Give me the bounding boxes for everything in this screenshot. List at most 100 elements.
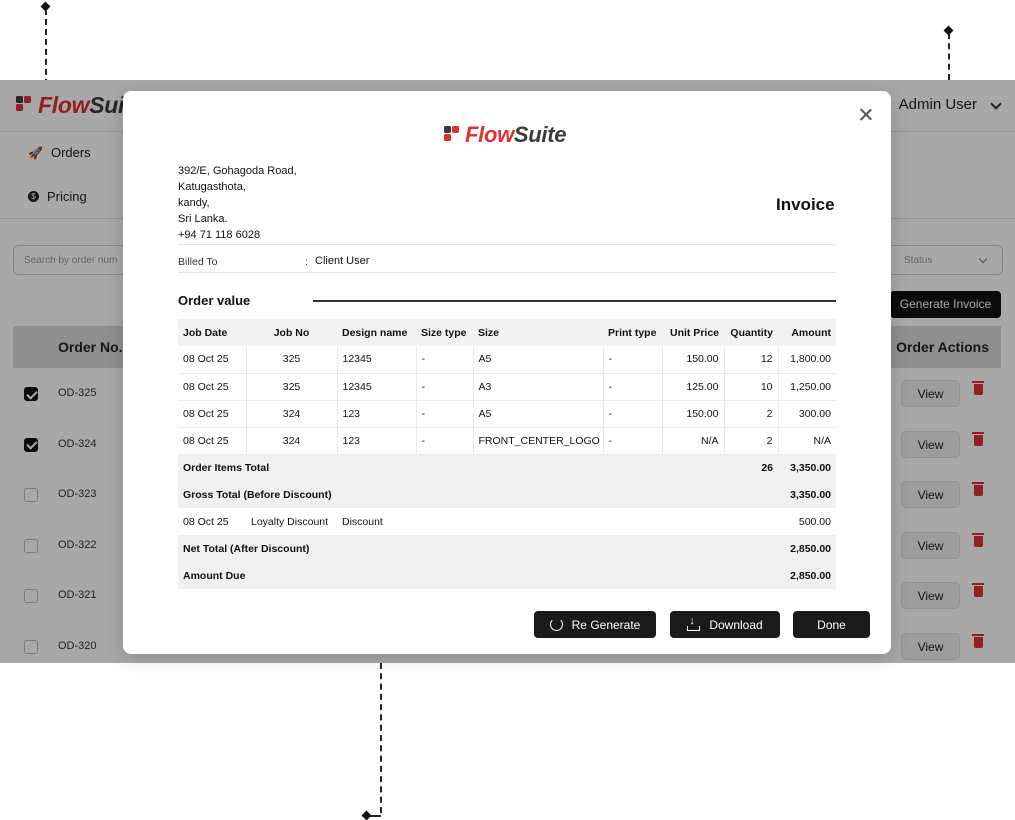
discount-row: 08 Oct 25 Loyalty Discount Discount 500.… [178, 508, 836, 535]
column-design-name: Design name [337, 319, 416, 346]
gross-total-row: Gross Total (Before Discount) 3,350.00 [178, 481, 836, 508]
discount-name: Loyalty Discount [246, 508, 337, 535]
cell-amount: 1,250.00 [778, 373, 836, 401]
billed-to-value: Client User [315, 255, 370, 267]
cell-job-date: 08 Oct 25 [178, 400, 247, 428]
invoice-items-table: Job Date Job No Design name Size type Si… [178, 319, 836, 589]
cell-job-no: 325 [246, 373, 338, 401]
cell-quantity: 12 [724, 346, 779, 374]
download-button[interactable]: Download [670, 611, 780, 638]
column-size: Size [473, 319, 603, 346]
column-quantity: Quantity [724, 319, 778, 346]
screen: FlowSuite Admin User 🚀 Orders $ Pricing … [0, 0, 1015, 820]
cell-unit-price: 150.00 [662, 400, 725, 428]
cell-size-type: - [416, 373, 474, 401]
order-items-total-label: Order Items Total [178, 454, 724, 481]
cell-quantity: 10 [724, 373, 779, 401]
invoice-title: Invoice [776, 195, 835, 214]
cell-print-type: - [603, 346, 663, 374]
download-label: Download [709, 617, 763, 632]
invoice-brand-logo: FlowSuite [465, 122, 567, 148]
invoice-items-body: 08 Oct 25 325 12345- A5-150.00 12 1,800.00 08 … [178, 346, 836, 589]
net-total-amount: 2,850.00 [778, 535, 836, 562]
cell-print-type: - [603, 373, 663, 401]
cell-amount: 300.00 [778, 400, 836, 428]
refresh-icon [549, 618, 563, 631]
brand-name-flow: Flow [465, 122, 514, 147]
order-items-total-amount: 3,350.00 [778, 454, 836, 481]
address-line: Katugasthota, [178, 181, 246, 193]
cell-size: FRONT_CENTER_LOGO [473, 427, 604, 455]
brand-logo-icon [444, 126, 460, 142]
address-line: kandy, [178, 197, 210, 209]
cell-quantity: 2 [724, 427, 779, 455]
invoice-item-row: 08 Oct 25 325 12345- A3-125.00 10 1,250.00 [178, 373, 836, 401]
cell-amount: 1,800.00 [778, 346, 836, 374]
billed-to-label: Billed To [178, 256, 218, 268]
cell-size-type: - [416, 346, 474, 374]
order-value-heading: Order value [178, 293, 251, 308]
cell-unit-price: N/A [662, 427, 725, 455]
cell-amount: N/A [778, 427, 836, 455]
discount-amount: 500.00 [778, 508, 836, 535]
cell-print-type: - [603, 427, 663, 455]
annotation-line [369, 815, 381, 817]
amount-due-row: Amount Due 2,850.00 [178, 562, 836, 589]
company-address: 392/E, Gohagoda Road, Katugasthota, kand… [178, 163, 297, 243]
cell-quantity: 2 [724, 400, 779, 428]
column-job-date: Job Date [178, 319, 246, 346]
column-unit-price: Unit Price [662, 319, 724, 346]
invoice-item-row: 08 Oct 25 324 123- A5-150.00 2 300.00 [178, 400, 836, 428]
net-total-row: Net Total (After Discount) 2,850.00 [178, 535, 836, 562]
cell-design-name: 12345 [337, 346, 417, 374]
cell-job-no: 324 [246, 400, 338, 428]
cell-job-no: 324 [246, 427, 338, 455]
cell-print-type: - [603, 400, 663, 428]
divider [178, 272, 836, 273]
cell-unit-price: 150.00 [662, 346, 725, 374]
cell-job-date: 08 Oct 25 [178, 427, 247, 455]
cell-job-date: 08 Oct 25 [178, 373, 247, 401]
cell-design-name: 123 [337, 427, 417, 455]
amount-due-label: Amount Due [178, 562, 778, 589]
regenerate-label: Re Generate [571, 617, 641, 632]
heading-rule [313, 300, 836, 302]
close-icon[interactable] [859, 108, 873, 122]
address-line: Sri Lanka. [178, 213, 228, 225]
net-total-label: Net Total (After Discount) [178, 535, 778, 562]
invoice-item-row: 08 Oct 25 324 123- FRONT_CENTER_LOGO - N/A 2 N/… [178, 427, 836, 455]
column-amount: Amount [778, 319, 836, 346]
order-items-total-row: Order Items Total 26 3,350.00 [178, 454, 836, 481]
billed-to-separator: : [305, 256, 308, 268]
divider [178, 244, 836, 245]
cell-size: A5 [473, 400, 604, 428]
company-phone: +94 71 118 6028 [178, 229, 261, 241]
annotation-line [380, 663, 382, 813]
column-print-type: Print type [603, 319, 662, 346]
discount-type: Discount [337, 508, 778, 535]
invoice-modal: FlowSuite 392/E, Gohagoda Road, Katugast… [123, 91, 891, 654]
cell-job-no: 325 [246, 346, 338, 374]
gross-total-amount: 3,350.00 [778, 481, 836, 508]
cell-design-name: 123 [337, 400, 417, 428]
brand-name-suite: Suite [513, 122, 567, 147]
cell-size: A5 [473, 346, 604, 374]
regenerate-button[interactable]: Re Generate [534, 611, 656, 638]
invoice-item-row: 08 Oct 25 325 12345- A5-150.00 12 1,800.00 [178, 346, 836, 374]
table-header-row: Job Date Job No Design name Size type Si… [178, 319, 836, 346]
done-button[interactable]: Done [793, 611, 870, 638]
order-items-total-qty: 26 [724, 454, 778, 481]
column-size-type: Size type [416, 319, 473, 346]
cell-size-type: - [416, 400, 474, 428]
cell-unit-price: 125.00 [662, 373, 725, 401]
download-icon [687, 615, 701, 631]
cell-design-name: 12345 [337, 373, 417, 401]
address-line: 392/E, Gohagoda Road, [178, 165, 297, 177]
amount-due-value: 2,850.00 [778, 562, 836, 589]
discount-date: 08 Oct 25 [178, 508, 246, 535]
annotation-line [948, 33, 950, 80]
column-job-no: Job No [246, 319, 337, 346]
cell-size-type: - [416, 427, 474, 455]
cell-job-date: 08 Oct 25 [178, 346, 247, 374]
gross-total-label: Gross Total (Before Discount) [178, 481, 778, 508]
